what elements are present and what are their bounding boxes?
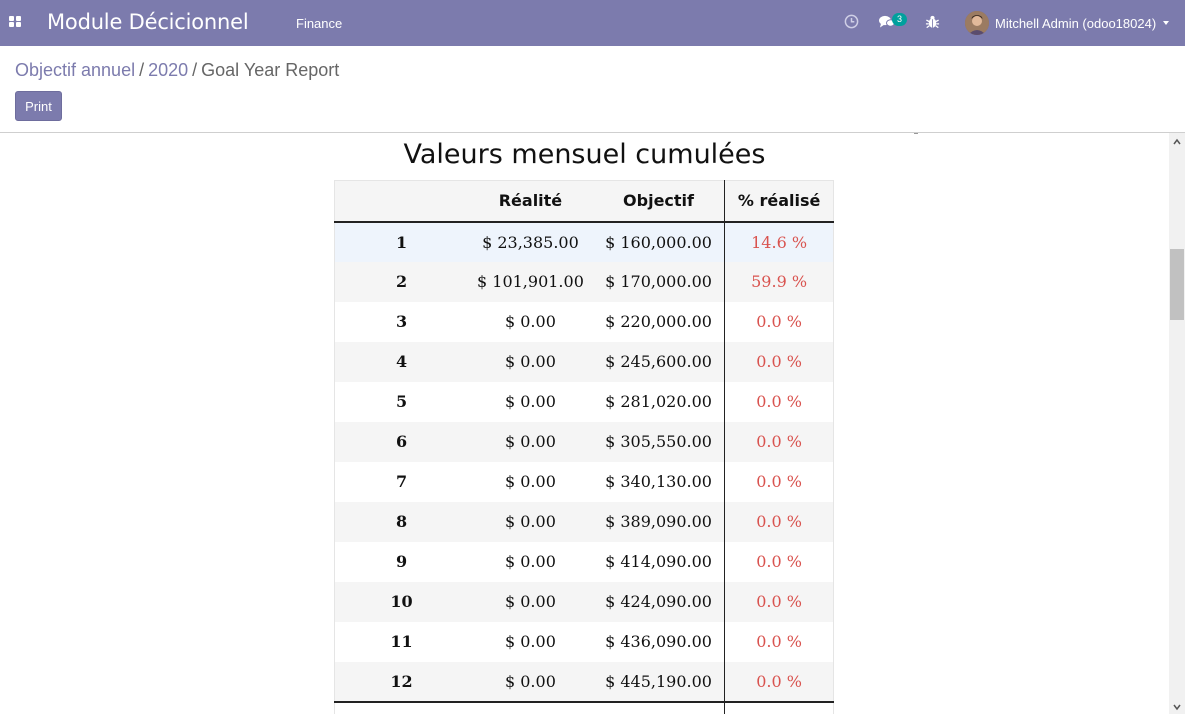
table-row[interactable]: 10 $ 0.00 $ 424,090.00 0.0 % xyxy=(334,581,834,622)
table-row[interactable]: 12 $ 0.00 $ 445,190.00 0.0 % xyxy=(334,661,834,702)
vertical-scrollbar[interactable] xyxy=(1169,133,1185,714)
cell-month: 2 xyxy=(334,261,469,302)
cell-objectif: $ 436,090.00 xyxy=(592,621,726,662)
cell-pct-realise: 0.0 % xyxy=(724,661,834,702)
cell-objectif: $ 160,000.00 xyxy=(592,221,726,262)
breadcrumb-separator: / xyxy=(139,60,145,80)
breadcrumb-item-objectif-annuel[interactable]: Objectif annuel xyxy=(15,60,135,80)
cell-month: 11 xyxy=(334,621,469,662)
print-button[interactable]: Print xyxy=(15,91,62,121)
cell-objectif: $ 220,000.00 xyxy=(592,301,726,342)
cell-pct-realise: 59.9 % xyxy=(724,261,834,302)
table-row[interactable]: 7 $ 0.00 $ 340,130.00 0.0 % xyxy=(334,461,834,502)
table-row[interactable]: 8 $ 0.00 $ 389,090.00 0.0 % xyxy=(334,501,834,542)
breadcrumb-current-page: Goal Year Report xyxy=(201,60,340,80)
cell-pct-realise: 0.0 % xyxy=(724,541,834,582)
table-row[interactable]: 1 $ 23,385.00 $ 160,000.00 14.6 % xyxy=(334,221,834,262)
cell-month: 7 xyxy=(334,461,469,502)
column-header-month xyxy=(334,180,469,223)
table-row[interactable]: 2 $ 101,901.00 $ 170,000.00 59.9 % xyxy=(334,261,834,302)
cell-month: 1 xyxy=(334,221,469,262)
table-row[interactable]: 11 $ 0.00 $ 436,090.00 0.0 % xyxy=(334,621,834,662)
cell-realite: $ 0.00 xyxy=(468,301,593,342)
table-row[interactable]: 6 $ 0.00 $ 305,550.00 0.0 % xyxy=(334,421,834,462)
scroll-down-icon[interactable] xyxy=(1173,703,1181,711)
cell-objectif: $ 445,190.00 xyxy=(592,661,726,702)
footer-cell xyxy=(334,700,469,714)
cell-realite: $ 0.00 xyxy=(468,461,593,502)
cell-month: 12 xyxy=(334,661,469,702)
cell-pct-realise: 0.0 % xyxy=(724,461,834,502)
cell-realite: $ 101,901.00 xyxy=(468,261,593,302)
cell-realite: $ 0.00 xyxy=(468,621,593,662)
cell-pct-realise: 0.0 % xyxy=(724,381,834,422)
cell-realite: $ 0.00 xyxy=(468,341,593,382)
cell-pct-realise: 0.0 % xyxy=(724,501,834,542)
scrollbar-thumb[interactable] xyxy=(1170,249,1184,320)
table-header-row: Réalité Objectif % réalisé xyxy=(334,180,834,223)
clock-icon[interactable] xyxy=(844,14,859,29)
cell-month: 8 xyxy=(334,501,469,542)
cell-pct-realise: 0.0 % xyxy=(724,581,834,622)
cell-objectif: $ 245,600.00 xyxy=(592,341,726,382)
cell-realite: $ 0.00 xyxy=(468,541,593,582)
cell-pct-realise: 0.0 % xyxy=(724,421,834,462)
breadcrumb: Objectif annuel/2020/Goal Year Report xyxy=(15,60,339,81)
table-row[interactable]: 5 $ 0.00 $ 281,020.00 0.0 % xyxy=(334,381,834,422)
cell-realite: $ 0.00 xyxy=(468,381,593,422)
scroll-up-icon[interactable] xyxy=(1173,138,1181,146)
cell-month: 10 xyxy=(334,581,469,622)
cell-objectif: $ 424,090.00 xyxy=(592,581,726,622)
cell-realite: $ 0.00 xyxy=(468,661,593,702)
table-row[interactable]: 4 $ 0.00 $ 245,600.00 0.0 % xyxy=(334,341,834,382)
app-title[interactable]: Module Décicionnel xyxy=(47,10,249,34)
table-footer-row xyxy=(334,700,834,714)
cell-realite: $ 0.00 xyxy=(468,501,593,542)
table-row[interactable]: 3 $ 0.00 $ 220,000.00 0.0 % xyxy=(334,301,834,342)
column-header-objectif: Objectif xyxy=(592,180,726,223)
footer-cell xyxy=(468,700,593,714)
goal-table: Réalité Objectif % réalisé 1 $ 23,385.00 $… xyxy=(334,180,834,714)
column-header-pct-realise: % réalisé xyxy=(724,180,834,223)
cell-month: 5 xyxy=(334,381,469,422)
cell-month: 4 xyxy=(334,341,469,382)
apps-grid-icon[interactable] xyxy=(9,16,22,28)
cell-realite: $ 0.00 xyxy=(468,421,593,462)
breadcrumb-separator: / xyxy=(192,60,198,80)
bug-icon[interactable] xyxy=(925,14,940,30)
breadcrumb-item-year[interactable]: 2020 xyxy=(148,60,188,80)
report-artifact xyxy=(914,133,918,134)
cell-month: 9 xyxy=(334,541,469,582)
report-title: Valeurs mensuel cumulées xyxy=(403,139,766,170)
user-menu-name[interactable]: Mitchell Admin (odoo18024) xyxy=(995,16,1156,31)
cell-realite: $ 0.00 xyxy=(468,581,593,622)
cell-month: 3 xyxy=(334,301,469,342)
footer-cell xyxy=(592,700,726,714)
column-header-realite: Réalité xyxy=(468,180,593,223)
cell-objectif: $ 389,090.00 xyxy=(592,501,726,542)
menu-item-finance[interactable]: Finance xyxy=(296,16,342,31)
cell-objectif: $ 281,020.00 xyxy=(592,381,726,422)
avatar[interactable] xyxy=(965,11,989,35)
cell-pct-realise: 0.0 % xyxy=(724,301,834,342)
cell-objectif: $ 414,090.00 xyxy=(592,541,726,582)
chat-count-badge: 3 xyxy=(892,13,907,26)
footer-cell xyxy=(724,700,834,714)
table-row[interactable]: 9 $ 0.00 $ 414,090.00 0.0 % xyxy=(334,541,834,582)
cell-objectif: $ 340,130.00 xyxy=(592,461,726,502)
cell-pct-realise: 0.0 % xyxy=(724,341,834,382)
cell-realite: $ 23,385.00 xyxy=(468,221,593,262)
cell-pct-realise: 14.6 % xyxy=(724,221,834,262)
top-navbar: Module Décicionnel Finance 3 Mitchell Ad… xyxy=(0,0,1185,46)
cell-pct-realise: 0.0 % xyxy=(724,621,834,662)
report-view: Valeurs mensuel cumulées Réalité Objecti… xyxy=(0,133,1169,714)
cell-month: 6 xyxy=(334,421,469,462)
caret-down-icon[interactable] xyxy=(1163,21,1169,25)
cell-objectif: $ 170,000.00 xyxy=(592,261,726,302)
goal-table-body: 1 $ 23,385.00 $ 160,000.00 14.6 % 2 $ 101,901… xyxy=(334,221,834,714)
cell-objectif: $ 305,550.00 xyxy=(592,421,726,462)
